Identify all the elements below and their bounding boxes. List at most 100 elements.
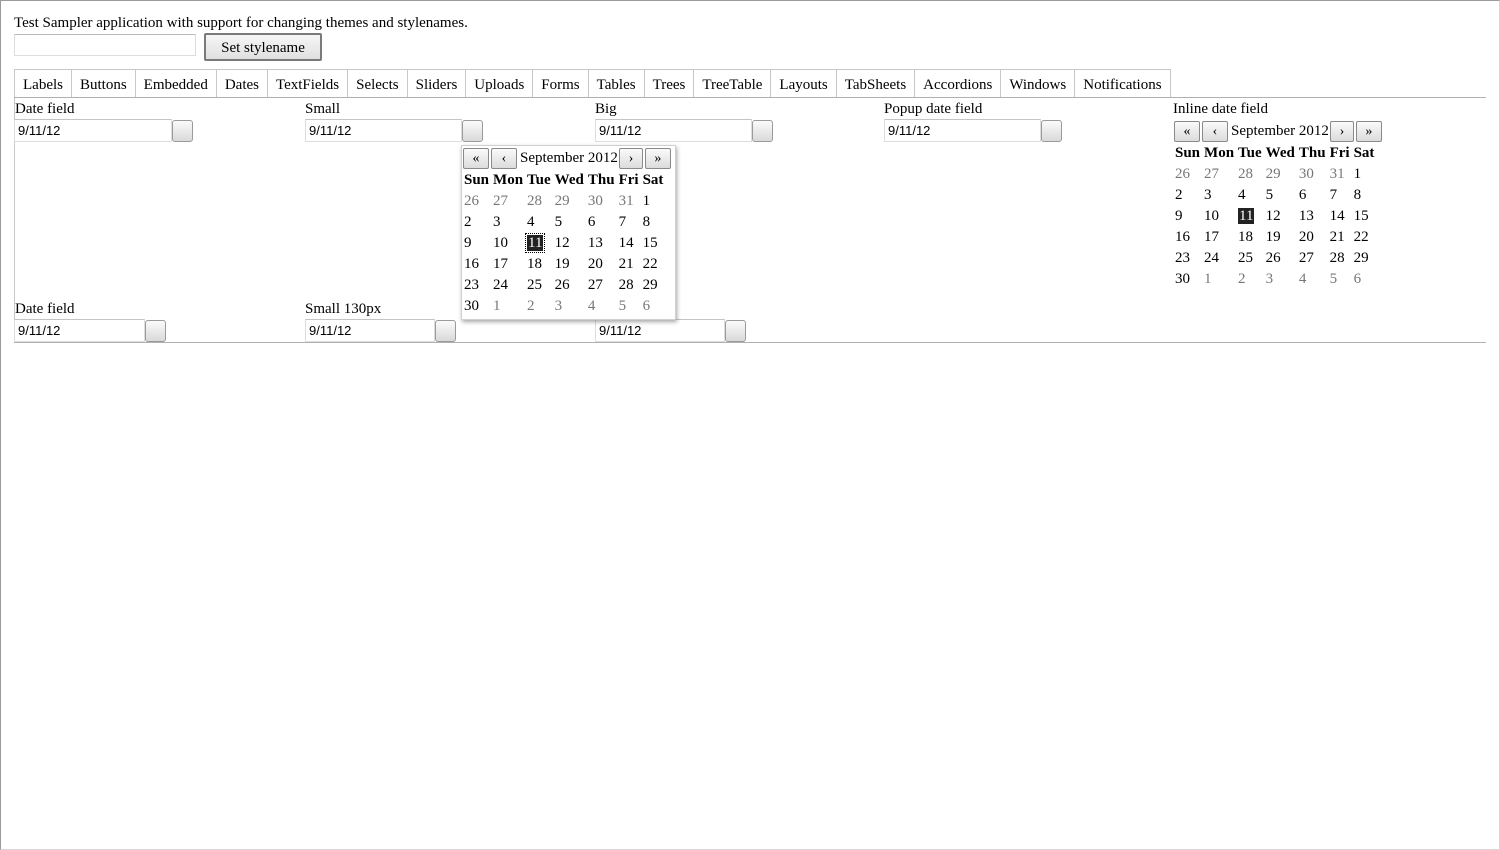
inline-day-cell[interactable]: 30: [1173, 269, 1202, 290]
tab-trees[interactable]: Trees: [643, 70, 694, 98]
tab-notifications[interactable]: Notifications: [1074, 70, 1171, 98]
popup-day-cell[interactable]: 2: [462, 212, 491, 233]
popup-day-cell[interactable]: 13: [586, 233, 617, 254]
inline-day-cell[interactable]: 23: [1173, 248, 1202, 269]
date-field-2-input[interactable]: 9/11/12: [14, 319, 145, 342]
inline-day-cell[interactable]: 16: [1173, 227, 1202, 248]
prev-year-button[interactable]: «: [463, 147, 489, 169]
next-month-button[interactable]: ›: [618, 147, 643, 169]
popup-day-cell[interactable]: 3: [491, 212, 525, 233]
tab-buttons[interactable]: Buttons: [70, 70, 135, 98]
tab-uploads[interactable]: Uploads: [465, 70, 532, 98]
inline-day-cell[interactable]: 27: [1297, 248, 1328, 269]
inline-day-cell[interactable]: 1: [1202, 269, 1236, 290]
tab-labels[interactable]: Labels: [14, 70, 71, 98]
inline-day-cell[interactable]: 31: [1328, 164, 1352, 185]
popup-day-cell[interactable]: 20: [586, 254, 617, 275]
big-date-calendar-button[interactable]: [752, 120, 773, 142]
inline-day-cell[interactable]: 4: [1236, 185, 1264, 206]
inline-day-cell[interactable]: 5: [1328, 269, 1352, 290]
popup-day-cell[interactable]: 26: [462, 191, 491, 212]
date-field-input[interactable]: 9/11/12: [14, 119, 172, 142]
inline-selected-day-cell[interactable]: 11: [1236, 206, 1264, 227]
inline-day-cell[interactable]: 8: [1352, 185, 1377, 206]
tab-treetable[interactable]: TreeTable: [693, 70, 770, 98]
popup-day-cell[interactable]: 15: [641, 233, 666, 254]
popup-date-input[interactable]: 9/11/12: [884, 119, 1041, 142]
popup-selected-day-cell[interactable]: 11: [524, 233, 553, 254]
popup-day-cell[interactable]: 31: [617, 191, 641, 212]
popup-day-cell[interactable]: 28: [525, 191, 553, 212]
inline-day-cell[interactable]: 9: [1173, 206, 1202, 227]
inline-day-cell[interactable]: 13: [1297, 206, 1328, 227]
inline-day-cell[interactable]: 4: [1297, 269, 1328, 290]
popup-day-cell[interactable]: 28: [617, 275, 641, 296]
popup-day-cell[interactable]: 23: [462, 275, 491, 296]
popup-day-cell[interactable]: 24: [491, 275, 525, 296]
inline-day-cell[interactable]: 27: [1202, 164, 1236, 185]
popup-day-cell[interactable]: 30: [462, 296, 491, 317]
date-field-2-calendar-button[interactable]: [145, 320, 166, 342]
popup-day-cell[interactable]: 7: [617, 212, 641, 233]
inline-day-cell[interactable]: 28: [1236, 164, 1264, 185]
date-field-calendar-button[interactable]: [172, 120, 193, 142]
popup-day-cell[interactable]: 26: [553, 275, 586, 296]
inline-prev-year-button[interactable]: «: [1174, 120, 1200, 142]
popup-day-cell[interactable]: 19: [553, 254, 586, 275]
inline-day-cell[interactable]: 2: [1173, 185, 1202, 206]
popup-day-cell[interactable]: 4: [586, 296, 617, 317]
popup-day-cell[interactable]: 9: [462, 233, 491, 254]
tab-dates[interactable]: Dates: [215, 70, 267, 98]
popup-day-cell[interactable]: 14: [617, 233, 641, 254]
inline-day-cell[interactable]: 19: [1264, 227, 1297, 248]
next-year-button[interactable]: »: [644, 147, 671, 169]
inline-day-cell[interactable]: 25: [1236, 248, 1264, 269]
inline-day-cell[interactable]: 14: [1328, 206, 1352, 227]
date-field-3-calendar-button[interactable]: [725, 320, 746, 342]
popup-day-cell[interactable]: 16: [462, 254, 491, 275]
inline-day-cell[interactable]: 21: [1328, 227, 1352, 248]
small-date-calendar-button[interactable]: [462, 120, 483, 142]
popup-day-cell[interactable]: 29: [553, 191, 586, 212]
inline-day-cell[interactable]: 18: [1236, 227, 1264, 248]
big-date-input[interactable]: 9/11/12: [595, 119, 752, 142]
inline-day-cell[interactable]: 6: [1352, 269, 1377, 290]
tab-forms[interactable]: Forms: [532, 70, 587, 98]
popup-day-cell[interactable]: 1: [641, 191, 666, 212]
popup-day-cell[interactable]: 2: [525, 296, 553, 317]
inline-day-cell[interactable]: 7: [1328, 185, 1352, 206]
inline-day-cell[interactable]: 10: [1202, 206, 1236, 227]
inline-day-cell[interactable]: 3: [1202, 185, 1236, 206]
tab-tabsheets[interactable]: TabSheets: [835, 70, 914, 98]
small-130px-input[interactable]: 9/11/12: [305, 319, 435, 342]
inline-day-cell[interactable]: 28: [1328, 248, 1352, 269]
tab-sliders[interactable]: Sliders: [406, 70, 466, 98]
popup-day-cell[interactable]: 17: [491, 254, 525, 275]
small-130px-calendar-button[interactable]: [435, 320, 456, 342]
inline-day-cell[interactable]: 20: [1297, 227, 1328, 248]
popup-day-cell[interactable]: 27: [491, 191, 525, 212]
tab-windows[interactable]: Windows: [1000, 70, 1074, 98]
inline-day-cell[interactable]: 30: [1297, 164, 1328, 185]
popup-day-cell[interactable]: 30: [586, 191, 617, 212]
popup-day-cell[interactable]: 25: [525, 275, 553, 296]
inline-day-cell[interactable]: 24: [1202, 248, 1236, 269]
popup-day-cell[interactable]: 29: [641, 275, 666, 296]
tab-textfields[interactable]: TextFields: [266, 70, 347, 98]
inline-day-cell[interactable]: 6: [1297, 185, 1328, 206]
popup-day-cell[interactable]: 10: [491, 233, 525, 254]
popup-day-cell[interactable]: 18: [525, 254, 553, 275]
inline-day-cell[interactable]: 15: [1352, 206, 1377, 227]
inline-next-year-button[interactable]: »: [1355, 120, 1382, 142]
popup-day-cell[interactable]: 4: [525, 212, 553, 233]
inline-day-cell[interactable]: 22: [1352, 227, 1377, 248]
inline-day-cell[interactable]: 29: [1352, 248, 1377, 269]
inline-next-month-button[interactable]: ›: [1329, 120, 1354, 142]
inline-day-cell[interactable]: 26: [1264, 248, 1297, 269]
popup-day-cell[interactable]: 21: [617, 254, 641, 275]
prev-month-button[interactable]: ‹: [491, 147, 517, 169]
inline-day-cell[interactable]: 17: [1202, 227, 1236, 248]
popup-day-cell[interactable]: 1: [491, 296, 525, 317]
inline-day-cell[interactable]: 5: [1264, 185, 1297, 206]
inline-day-cell[interactable]: 2: [1236, 269, 1264, 290]
